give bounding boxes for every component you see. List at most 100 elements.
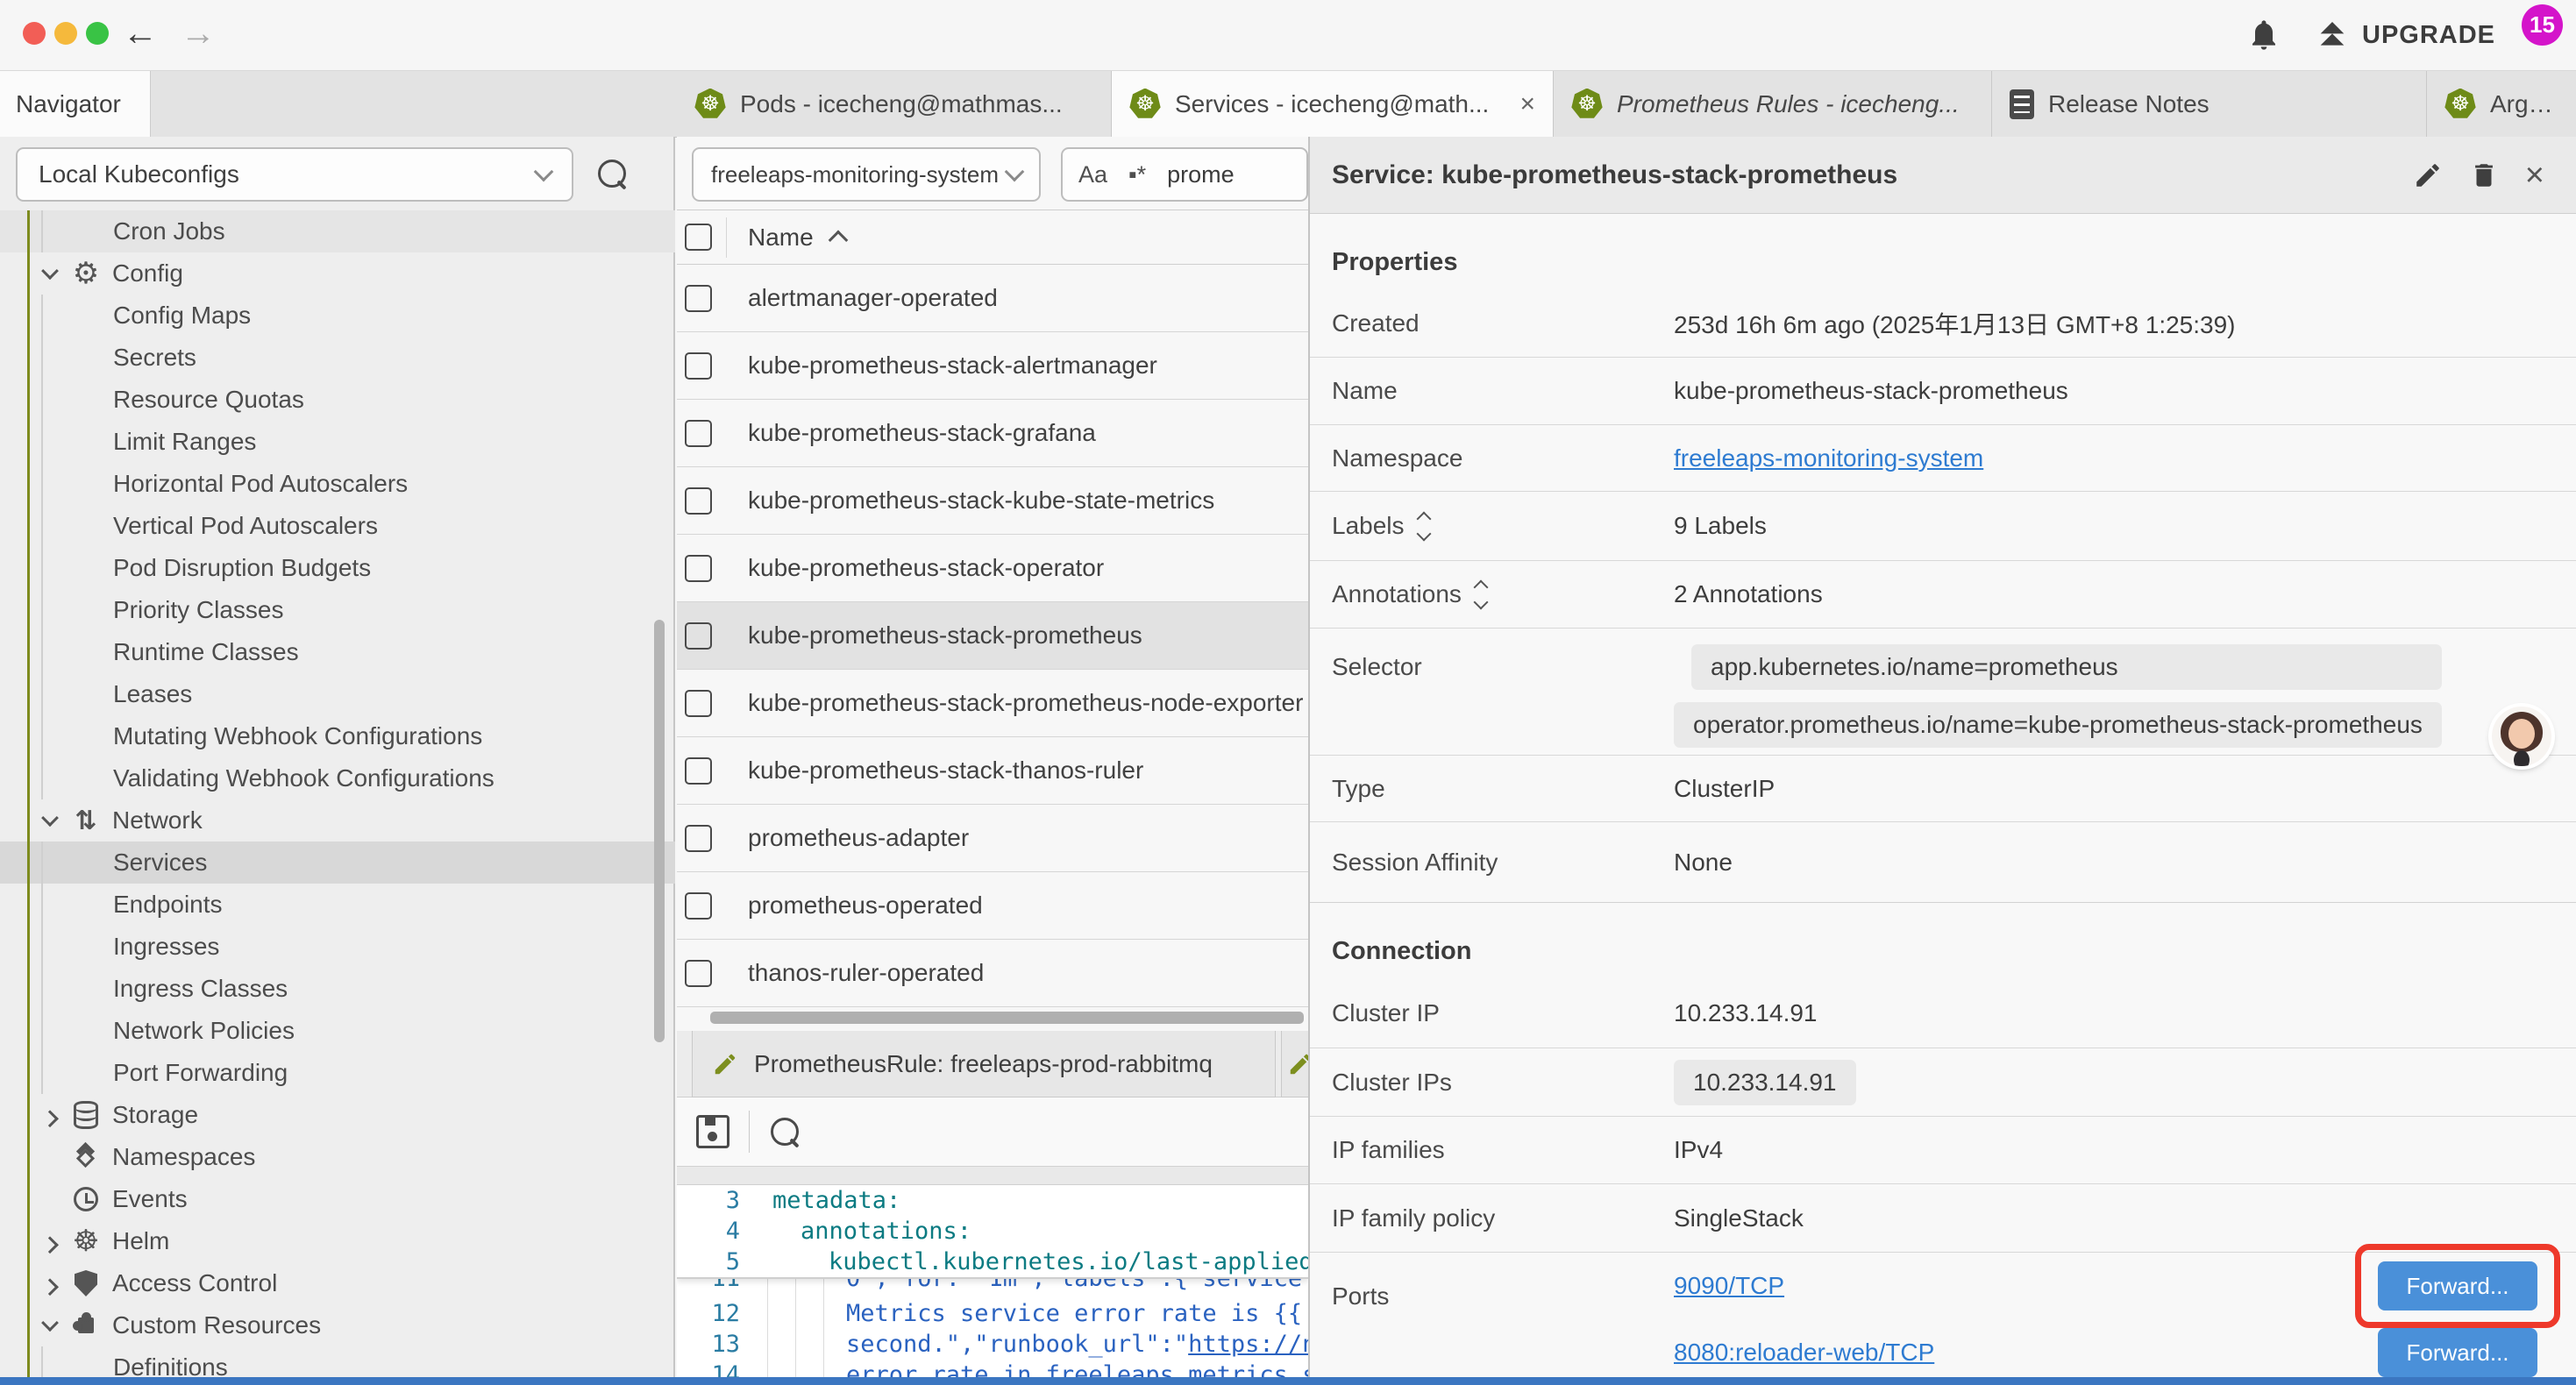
sidebar-item[interactable]: ⚙ ⇅ ☸ Network <box>0 799 675 842</box>
sidebar-item[interactable]: ⚙ ⇅ ☸ Access Control <box>0 1262 675 1304</box>
forward-button[interactable]: Forward... <box>2378 1328 2537 1377</box>
chevron-icon[interactable] <box>39 1230 61 1253</box>
sidebar-item[interactable]: ⚙ ⇅ ☸ Pod Disruption Budgets <box>0 547 675 589</box>
sidebar-item[interactable]: ⚙ ⇅ ☸ Mutating Webhook Configurations <box>0 715 675 757</box>
sidebar-item[interactable]: ⚙ ⇅ ☸ Limit Ranges <box>0 421 675 463</box>
table-row[interactable]: thanos-ruler-operated <box>677 940 1308 1007</box>
sidebar-item[interactable]: ⚙ ⇅ ☸ Cron Jobs <box>0 210 675 252</box>
case-sensitive-toggle[interactable]: Aa <box>1078 161 1107 188</box>
tab-close-icon[interactable]: × <box>1519 89 1535 119</box>
sidebar-search-icon[interactable] <box>598 160 626 188</box>
forward-arrow-icon[interactable]: → <box>181 12 216 54</box>
yaml-editor[interactable]: 3 metadata: 4 annotations: 5 kubectl.ku <box>677 1185 1308 1385</box>
notifications-bell-icon[interactable] <box>2246 16 2281 54</box>
regex-toggle[interactable]: ▪* <box>1128 161 1146 188</box>
sidebar-item[interactable]: ⚙ ⇅ ☸ Ingress Classes <box>0 968 675 1010</box>
cluster-tab[interactable]: ☸ Pods - icecheng@mathmas... <box>677 71 1112 137</box>
sidebar-item[interactable]: ⚙ ⇅ ☸ Runtime Classes <box>0 631 675 673</box>
select-all-checkbox[interactable] <box>685 224 712 251</box>
delete-trash-icon[interactable] <box>2469 160 2499 190</box>
cluster-tab[interactable]: ☸ Argo Se <box>2427 71 2576 137</box>
row-checkbox[interactable] <box>685 420 712 447</box>
sidebar-item[interactable]: ⚙ ⇅ ☸ Horizontal Pod Autoscalers <box>0 463 675 505</box>
sidebar-item[interactable]: ⚙ ⇅ ☸ Port Forwarding <box>0 1052 675 1094</box>
window-zoom-button[interactable] <box>86 22 109 45</box>
editor-search-icon[interactable] <box>771 1118 799 1146</box>
arrows-up-down-icon: ⇅ <box>75 806 96 836</box>
edit-pencil-icon[interactable] <box>2413 160 2443 190</box>
upgrade-button[interactable]: UPGRADE <box>2315 16 2495 54</box>
row-checkbox[interactable] <box>685 960 712 987</box>
row-checkbox[interactable] <box>685 892 712 920</box>
sidebar-item[interactable]: ⚙ ⇅ ☸ Vertical Pod Autoscalers <box>0 505 675 547</box>
close-icon[interactable]: × <box>2525 160 2544 190</box>
tab-navigator[interactable]: Navigator <box>0 71 151 137</box>
sidebar-item[interactable]: ⚙ ⇅ ☸ Config Maps <box>0 295 675 337</box>
namespace-selector[interactable]: freeleaps-monitoring-system <box>692 147 1041 202</box>
user-avatar[interactable] <box>2492 707 2551 766</box>
back-arrow-icon[interactable]: ← <box>123 12 158 54</box>
sidebar-item[interactable]: ⚙ ⇅ ☸ Endpoints <box>0 884 675 926</box>
table-row[interactable]: kube-prometheus-stack-grafana <box>677 400 1308 467</box>
table-row[interactable]: kube-prometheus-stack-operator <box>677 535 1308 602</box>
table-row[interactable]: alertmanager-operated <box>677 265 1308 332</box>
sidebar-scrollbar[interactable] <box>654 620 665 1042</box>
sidebar-item[interactable]: ⚙ ⇅ ☸ Config <box>0 252 675 295</box>
sidebar-item[interactable]: ⚙ ⇅ ☸ Helm <box>0 1220 675 1262</box>
kubeconfig-selector[interactable]: Local Kubeconfigs <box>16 147 573 202</box>
table-row[interactable]: prometheus-operated <box>677 872 1308 940</box>
service-search-input[interactable]: Aa ▪* prome <box>1061 147 1308 202</box>
chevron-icon[interactable] <box>39 809 61 832</box>
sidebar-item[interactable]: ⚙ ⇅ ☸ Secrets <box>0 337 675 379</box>
notification-count-badge[interactable]: 15 <box>2522 4 2563 46</box>
expand-collapse-icon[interactable] <box>1419 514 1429 539</box>
table-row[interactable]: kube-prometheus-stack-prometheus <box>677 602 1308 670</box>
sidebar-item[interactable]: ⚙ ⇅ ☸ Resource Quotas <box>0 379 675 421</box>
cluster-tab[interactable]: ☸ Prometheus Rules - icecheng... <box>1554 71 1992 137</box>
window-minimize-button[interactable] <box>54 22 77 45</box>
row-checkbox[interactable] <box>685 555 712 582</box>
table-row[interactable]: prometheus-adapter <box>677 805 1308 872</box>
save-icon[interactable] <box>696 1115 729 1148</box>
port-link[interactable]: 8080:reloader-web/TCP <box>1674 1339 1934 1367</box>
annotations-value[interactable]: 2 Annotations <box>1674 580 1823 608</box>
chevron-icon[interactable] <box>39 262 61 285</box>
cluster-tab[interactable]: ☸ Services - icecheng@math... × <box>1112 71 1554 137</box>
sidebar-item[interactable]: ⚙ ⇅ ☸ Leases <box>0 673 675 715</box>
row-checkbox[interactable] <box>685 757 712 785</box>
cluster-tab[interactable]: ☸ Release Notes <box>1992 71 2427 137</box>
expand-collapse-icon[interactable] <box>1476 582 1486 607</box>
table-row[interactable]: kube-prometheus-stack-thanos-ruler <box>677 737 1308 805</box>
sidebar-item[interactable]: ⚙ ⇅ ☸ Priority Classes <box>0 589 675 631</box>
table-row[interactable]: kube-prometheus-stack-alertmanager <box>677 332 1308 400</box>
sidebar-item[interactable]: ⚙ ⇅ ☸ Storage <box>0 1094 675 1136</box>
code-link[interactable]: https://net <box>1188 1331 1308 1358</box>
horizontal-scrollbar[interactable] <box>710 1012 1304 1024</box>
sidebar-item[interactable]: ⚙ ⇅ ☸ Services <box>0 842 675 884</box>
editor-tab-partial[interactable] <box>1281 1031 1308 1097</box>
row-checkbox[interactable] <box>685 285 712 312</box>
sidebar-item[interactable]: ⚙ ⇅ ☸ Custom Resources <box>0 1304 675 1346</box>
labels-value[interactable]: 9 Labels <box>1674 512 1767 540</box>
row-checkbox[interactable] <box>685 487 712 515</box>
namespace-link[interactable]: freeleaps-monitoring-system <box>1674 444 1983 472</box>
chevron-icon[interactable] <box>39 1314 61 1337</box>
row-checkbox[interactable] <box>685 352 712 380</box>
sidebar-item[interactable]: ⚙ ⇅ ☸ Events <box>0 1178 675 1220</box>
row-checkbox[interactable] <box>685 825 712 852</box>
window-close-button[interactable] <box>23 22 46 45</box>
chevron-icon[interactable] <box>39 1104 61 1126</box>
table-row[interactable]: kube-prometheus-stack-prometheus-node-ex… <box>677 670 1308 737</box>
name-column-header[interactable]: Name <box>748 224 845 252</box>
port-link[interactable]: 9090/TCP <box>1674 1272 1784 1300</box>
chevron-icon[interactable] <box>39 1272 61 1295</box>
sidebar-item[interactable]: ⚙ ⇅ ☸ Namespaces <box>0 1136 675 1178</box>
sidebar-item[interactable]: ⚙ ⇅ ☸ Validating Webhook Configurations <box>0 757 675 799</box>
sidebar-item[interactable]: ⚙ ⇅ ☸ Network Policies <box>0 1010 675 1052</box>
editor-tab[interactable]: PrometheusRule: freeleaps-prod-rabbitmq <box>692 1031 1276 1097</box>
table-row[interactable]: kube-prometheus-stack-kube-state-metrics <box>677 467 1308 535</box>
sidebar-item[interactable]: ⚙ ⇅ ☸ Ingresses <box>0 926 675 968</box>
forward-button[interactable]: Forward... <box>2378 1261 2537 1310</box>
row-checkbox[interactable] <box>685 622 712 650</box>
row-checkbox[interactable] <box>685 690 712 717</box>
